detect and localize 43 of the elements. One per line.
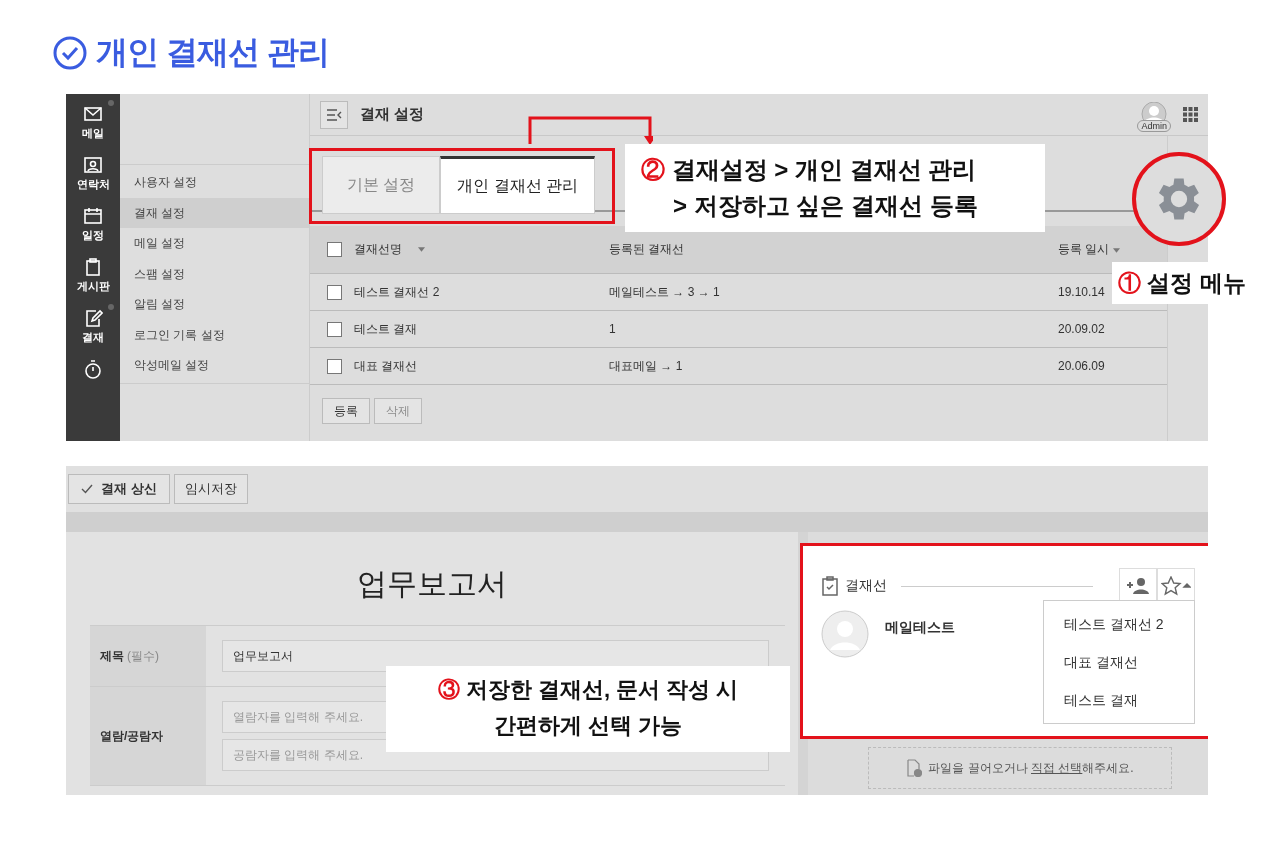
drop-hint: 파일을 끌어오거나 직접 선택해주세요. <box>928 759 1134 777</box>
table-cell: 1 <box>609 322 616 336</box>
sidebar-item[interactable]: 알림 설정 <box>120 289 309 320</box>
rail-label[interactable]: 결재 <box>82 330 104 345</box>
rail-label[interactable]: 연락처 <box>76 177 110 192</box>
column-header[interactable]: 등록된 결재선 <box>609 242 685 256</box>
header-title: 결재 설정 <box>360 105 425 124</box>
menu-item[interactable]: 테스트 결재 <box>1044 681 1194 719</box>
rail-label[interactable]: 일정 <box>82 228 104 243</box>
table-cell: 대표메일 → 1 <box>609 358 683 373</box>
menu-item[interactable]: 대표 결재선 <box>1044 643 1194 681</box>
tab[interactable]: 개인 결재선 관리 <box>440 156 596 214</box>
sidebar-item[interactable]: 악성메일 설정 <box>120 350 309 381</box>
rail-label[interactable]: 게시판 <box>76 279 110 294</box>
table-cell: 20.09.02 <box>1058 322 1105 336</box>
table-cell: 20.06.09 <box>1058 359 1105 373</box>
toolbar-button[interactable]: 임시저장 <box>173 474 248 504</box>
table-cell: 테스트 결재 <box>354 320 418 338</box>
table-cell: 대표 결재선 <box>354 357 418 375</box>
callout-tooltip: ② 결재설정 > 개인 결재선 관리 > 저장하고 싶은 결재선 등록 <box>625 144 1045 232</box>
toolbar-button[interactable]: 결재 상신 <box>68 474 170 504</box>
table-cell: 19.10.14 <box>1058 285 1105 299</box>
approver-name: 메일테스트 <box>885 619 955 637</box>
document-title: 업무보고서 <box>356 566 508 602</box>
sidebar-item[interactable]: 스팸 설정 <box>120 258 309 289</box>
file-drop-zone[interactable]: 파일을 끌어오거나 직접 선택해주세요. <box>868 747 1172 789</box>
rail-label[interactable]: 메일 <box>82 126 104 141</box>
column-header[interactable]: 등록 일시 <box>1058 242 1110 256</box>
select-file-link[interactable]: 직접 선택 <box>1031 760 1083 775</box>
panel-title: 결재선 <box>845 577 887 595</box>
sidebar-item[interactable]: 결재 설정 <box>120 197 309 228</box>
callout-tooltip: ③ 저장한 결재선, 문서 작성 시 간편하게 선택 가능 <box>386 666 790 752</box>
page-title: 개인 결재선 관리 <box>96 33 329 72</box>
table-cell: 메일테스트 → 3 → 1 <box>609 284 720 299</box>
menu-item[interactable]: 테스트 결재선 2 <box>1044 605 1194 643</box>
column-header[interactable]: 결재선명 <box>354 241 402 258</box>
sidebar-item[interactable]: 사용자 설정 <box>120 167 309 198</box>
action-button[interactable]: 등록 <box>322 398 370 424</box>
sidebar-item[interactable]: 메일 설정 <box>120 228 309 259</box>
sidebar-item[interactable]: 로그인 기록 설정 <box>120 319 309 350</box>
form-label: 제목 (필수) <box>90 626 206 686</box>
form-label: 열람/공람자 <box>90 687 206 785</box>
table-cell: 테스트 결재선 2 <box>354 283 440 301</box>
